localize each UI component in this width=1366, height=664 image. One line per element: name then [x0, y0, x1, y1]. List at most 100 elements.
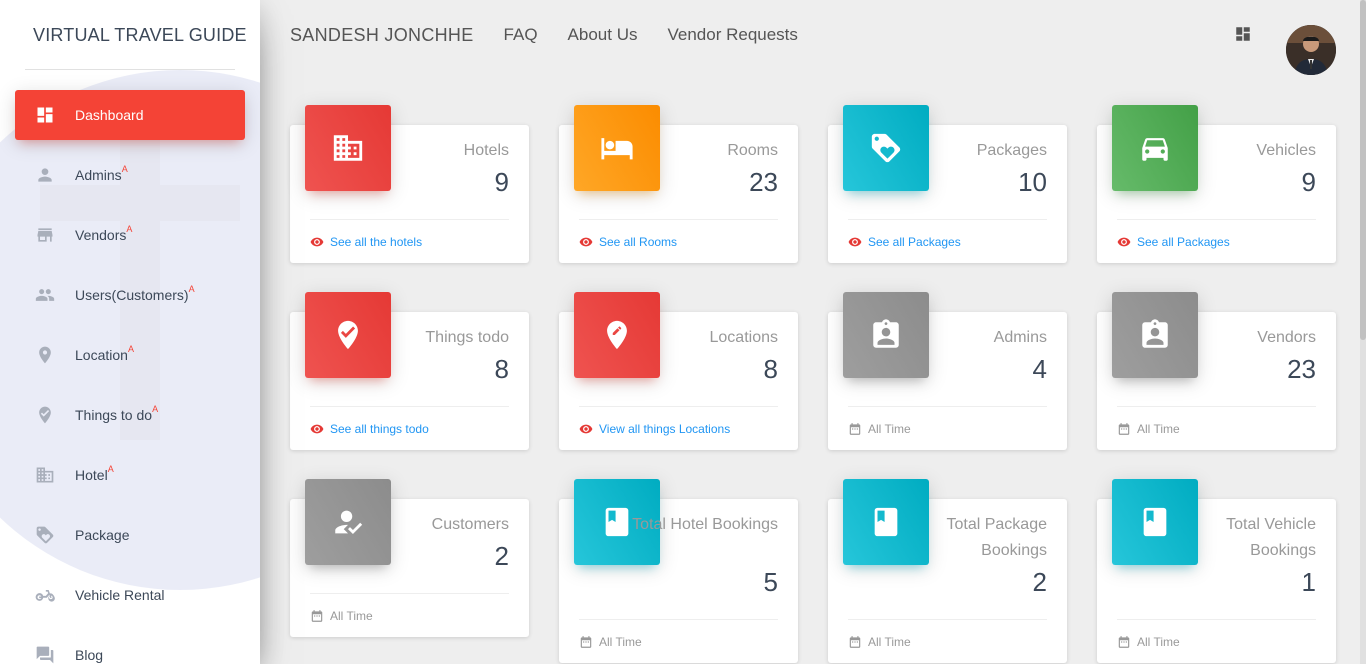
sidebar-item-badge: A: [152, 404, 159, 414]
card-value: 4: [1032, 354, 1047, 384]
footer-text: All Time: [599, 634, 642, 649]
scrollbar-thumb[interactable]: [1360, 0, 1366, 340]
card-category: Packages: [976, 142, 1047, 159]
dashboard-grid-icon[interactable]: [1234, 25, 1252, 48]
card-category: Vehicles: [1256, 142, 1316, 159]
sidebar-nav: Dashboard Admins A Vendors A Users(Custome…: [0, 90, 260, 664]
calendar-icon: [310, 608, 326, 624]
vendor-requests-link[interactable]: Vendor Requests: [667, 25, 797, 45]
calendar-icon: [848, 634, 864, 650]
card-footer: All Time: [848, 619, 1047, 663]
bed-icon: [574, 105, 660, 191]
card-category: Hotels: [463, 142, 509, 159]
card-footer: See all things todo: [310, 406, 509, 450]
stat-card-admins: Admins 4 All Time: [828, 292, 1067, 450]
sidebar-item-vendors[interactable]: Vendors A: [15, 210, 245, 260]
card-category: Things todo: [425, 329, 509, 346]
motorcycle-icon: [35, 585, 55, 605]
see-all-vehicles-link[interactable]: See all Packages: [1137, 235, 1230, 249]
edit-location-icon: [574, 292, 660, 378]
eye-icon: [1117, 234, 1133, 250]
sidebar-item-badge: A: [126, 224, 133, 234]
card-category: Admins: [993, 329, 1047, 346]
see-all-packages-link[interactable]: See all Packages: [868, 235, 961, 249]
sidebar-item-admins[interactable]: Admins A: [15, 150, 245, 200]
card-value: 23: [749, 167, 778, 197]
stat-card-rooms: Rooms 23 See all Rooms: [559, 105, 798, 263]
stat-card-vehicles: Vehicles 9 See all Packages: [1097, 105, 1336, 263]
stat-card-vendors: Vendors 23 All Time: [1097, 292, 1336, 450]
sidebar-item-things-to-do[interactable]: Things to do A: [15, 390, 245, 440]
user-avatar[interactable]: [1286, 25, 1336, 75]
card-value: 8: [763, 354, 778, 384]
calendar-icon: [1117, 421, 1133, 437]
card-footer: All Time: [310, 593, 509, 637]
calendar-icon: [579, 634, 595, 650]
see-all-rooms-link[interactable]: See all Rooms: [599, 235, 677, 249]
view-all-locations-link[interactable]: View all things Locations: [599, 422, 730, 436]
eye-icon: [310, 234, 326, 250]
sidebar-item-blog[interactable]: Blog: [15, 630, 245, 664]
card-footer: All Time: [1117, 619, 1316, 663]
book-icon: [1112, 479, 1198, 565]
stat-card-customers: Customers 2 All Time: [290, 479, 529, 637]
card-category: Locations: [709, 329, 779, 346]
footer-text: All Time: [1137, 421, 1180, 436]
tag-heart-icon: [843, 105, 929, 191]
eye-icon: [579, 234, 595, 250]
sidebar-item-label: Admins: [75, 167, 122, 183]
card-value: 10: [1018, 167, 1047, 197]
person-icon: [35, 165, 55, 185]
card-category: Total Hotel Bookings: [632, 516, 778, 533]
sidebar-item-label: Users(Customers): [75, 287, 189, 303]
card-category: Total Package Bookings: [946, 516, 1047, 559]
card-category: Total Vehicle Bookings: [1226, 516, 1316, 559]
sidebar-item-location[interactable]: Location A: [15, 330, 245, 380]
stat-card-locations: Locations 8 View all things Locations: [559, 292, 798, 450]
card-footer: All Time: [848, 406, 1047, 450]
card-footer: All Time: [1117, 406, 1316, 450]
building-icon: [305, 105, 391, 191]
see-all-things-todo-link[interactable]: See all things todo: [330, 422, 429, 436]
about-us-link[interactable]: About Us: [568, 25, 638, 45]
sidebar-item-badge: A: [121, 164, 128, 174]
footer-text: All Time: [868, 634, 911, 649]
stat-card-vehicle-bookings: Total Vehicle Bookings 1 All Time: [1097, 479, 1336, 663]
sidebar-item-package[interactable]: Package: [15, 510, 245, 560]
sidebar-item-label: Vehicle Rental: [75, 587, 165, 603]
card-value: 23: [1287, 354, 1316, 384]
building-icon: [35, 465, 55, 485]
page-scrollbar[interactable]: [1360, 0, 1366, 664]
tag-heart-icon: [35, 525, 55, 545]
stat-card-things-todo: Things todo 8 See all things todo: [290, 292, 529, 450]
sidebar-item-dashboard[interactable]: Dashboard: [15, 90, 245, 140]
sidebar-item-badge: A: [107, 464, 114, 474]
sidebar-item-vehicle-rental[interactable]: Vehicle Rental: [15, 570, 245, 620]
card-value: 9: [494, 167, 509, 197]
card-footer: See all Packages: [848, 219, 1047, 263]
sidebar-item-hotel[interactable]: Hotel A: [15, 450, 245, 500]
footer-text: All Time: [330, 608, 373, 623]
page-title[interactable]: SANDESH JONCHHE: [290, 25, 474, 46]
eye-icon: [310, 421, 326, 437]
sidebar-item-users[interactable]: Users(Customers) A: [15, 270, 245, 320]
chat-icon: [35, 645, 55, 664]
see-all-hotels-link[interactable]: See all the hotels: [330, 235, 422, 249]
calendar-icon: [1117, 634, 1133, 650]
sidebar-item-label: Hotel: [75, 467, 108, 483]
sidebar: VIRTUAL TRAVEL GUIDE Dashboard Admins A V…: [0, 0, 260, 664]
brand-title[interactable]: VIRTUAL TRAVEL GUIDE: [0, 0, 260, 70]
sidebar-item-label: Things to do: [75, 407, 153, 423]
location-pin-icon: [35, 345, 55, 365]
sidebar-item-label: Blog: [75, 647, 104, 663]
stat-card-hotels: Hotels 9 See all the hotels: [290, 105, 529, 263]
card-value: 8: [494, 354, 509, 384]
card-value: 1: [1301, 567, 1316, 597]
brand-text[interactable]: VIRTUAL TRAVEL GUIDE: [33, 25, 247, 46]
faq-link[interactable]: FAQ: [504, 25, 538, 45]
card-footer: See all Packages: [1117, 219, 1316, 263]
card-value: 5: [763, 567, 778, 597]
card-category: Rooms: [727, 142, 778, 159]
sidebar-item-label: Package: [75, 527, 130, 543]
footer-text: All Time: [868, 421, 911, 436]
